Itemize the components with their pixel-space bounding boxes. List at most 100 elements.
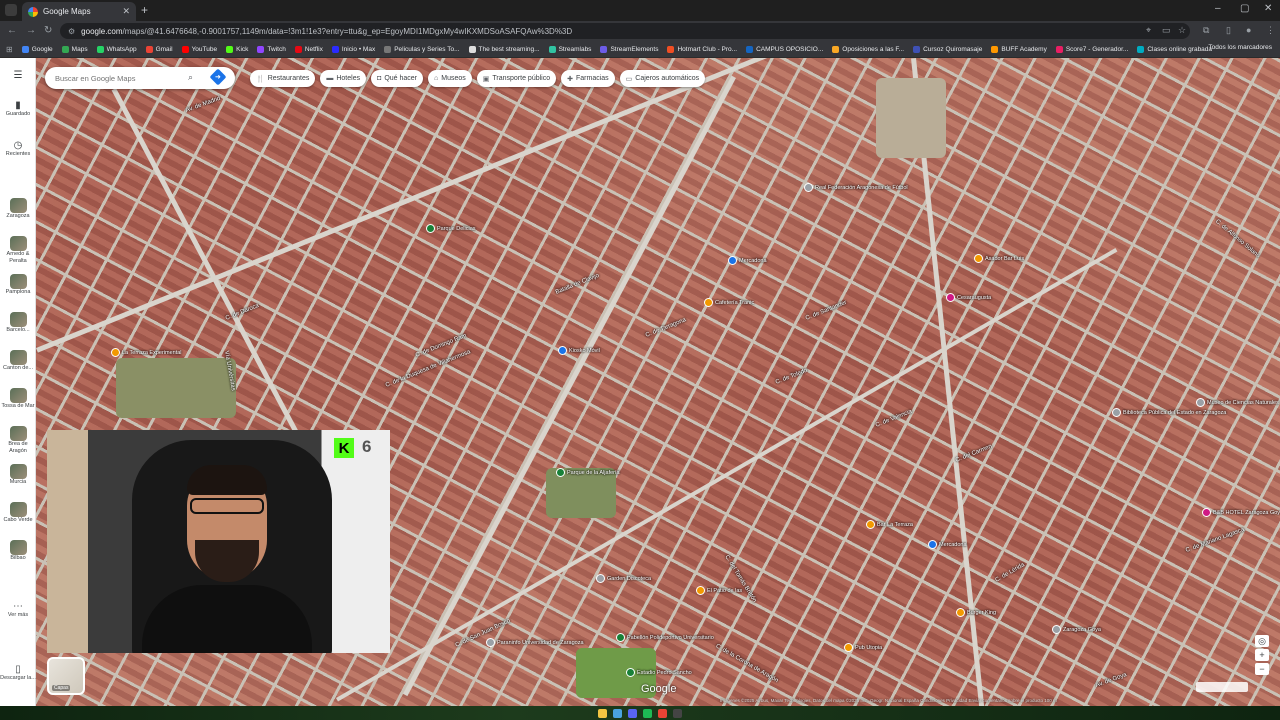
address-bar[interactable]: ⚙ google.com/maps/@41.6476648,-0.9001757…: [60, 23, 1190, 39]
bookmark-item[interactable]: CAMPUS OPOSICIO...: [746, 45, 823, 53]
saved-button[interactable]: ▮ Guardado: [0, 100, 36, 118]
bookmark-item[interactable]: Twitch: [257, 45, 286, 53]
recent-place[interactable]: Barcelo...: [0, 312, 36, 334]
map-poi[interactable]: Mercadona: [928, 540, 967, 549]
bookmark-item[interactable]: Streamlabs: [548, 45, 591, 53]
bookmark-item[interactable]: Gmail: [145, 45, 173, 53]
recent-place[interactable]: Tossa de Mar: [0, 388, 36, 410]
bookmark-item[interactable]: WhatsApp: [96, 45, 137, 53]
location-icon[interactable]: ⌖: [1146, 25, 1151, 36]
map-footer-controls[interactable]: [1196, 682, 1248, 692]
chip-cajeros-automáticos[interactable]: ▭ Cajeros automáticos: [619, 70, 706, 87]
bookmark-item[interactable]: StreamElements: [600, 45, 658, 53]
recents-button[interactable]: ◷ Recientes: [0, 140, 36, 158]
reload-icon[interactable]: ↻: [44, 25, 52, 36]
map-poi[interactable]: Museo de Ciencias Naturales: [1196, 398, 1279, 407]
recent-place[interactable]: Murcia: [0, 464, 36, 486]
map-poi[interactable]: Burger King: [956, 608, 996, 617]
map-poi[interactable]: Pub Utopia: [844, 643, 882, 652]
map-poi[interactable]: Parque Delicias: [426, 224, 476, 233]
recent-place[interactable]: Cabo Verde: [0, 502, 36, 524]
bookmark-item[interactable]: Cursoz Quiromasaje: [913, 45, 982, 53]
zoom-out-button[interactable]: −: [1255, 663, 1269, 675]
tab-search-button[interactable]: [5, 4, 17, 16]
map-poi[interactable]: Mercadona: [728, 256, 767, 265]
map-poi[interactable]: B&B HOTEL Zaragoza Goya: [1202, 508, 1280, 517]
map-poi[interactable]: Cesaraugusta: [946, 293, 991, 302]
recent-place[interactable]: Bilbao: [0, 540, 36, 562]
recent-place[interactable]: Brea de Aragón: [0, 426, 36, 455]
recent-place[interactable]: Pamplona: [0, 274, 36, 296]
zoom-in-button[interactable]: +: [1255, 649, 1269, 661]
extensions-icon[interactable]: ⧉: [1203, 25, 1209, 36]
map-poi[interactable]: Zaragoza Goya: [1052, 625, 1101, 634]
chip-label: Museos: [441, 75, 466, 82]
tab-google-maps[interactable]: Google Maps ✕: [22, 2, 136, 21]
map-poi[interactable]: Pabellón Polideportivo Universitario: [616, 633, 714, 642]
new-tab-button[interactable]: +: [141, 3, 148, 17]
chip-farmacias[interactable]: ✚ Farmacias: [561, 70, 615, 87]
maximize-icon[interactable]: ▢: [1240, 3, 1249, 14]
bookmark-star-icon[interactable]: ☆: [1178, 25, 1186, 36]
recent-place[interactable]: Zaragoza: [0, 198, 36, 220]
discord-icon[interactable]: [628, 708, 637, 718]
chip-museos[interactable]: ⌂ Museos: [428, 70, 472, 87]
bookmark-item[interactable]: Clases online grabada: [1137, 45, 1212, 53]
directions-icon[interactable]: ➜: [209, 68, 227, 86]
forward-icon[interactable]: →: [26, 25, 36, 36]
map-poi[interactable]: Parque de la Aljafería: [556, 468, 620, 477]
bookmark-item[interactable]: Netflix: [294, 45, 323, 53]
bookmark-item[interactable]: Google: [21, 45, 53, 53]
menu-button[interactable]: ☰: [0, 70, 36, 81]
bookmark-item[interactable]: BUFF Academy: [991, 45, 1047, 53]
chrome-icon[interactable]: [658, 708, 667, 718]
bookmark-item[interactable]: Inicio • Max: [331, 45, 375, 53]
bookmark-item[interactable]: YouTube: [181, 45, 217, 53]
map-poi[interactable]: Garden Discoteca: [596, 574, 651, 583]
chip-restaurantes[interactable]: 🍴 Restaurantes: [250, 70, 316, 87]
recent-place[interactable]: Arnedo & Peralta: [0, 236, 36, 265]
map-poi[interactable]: Cafetería Tranic: [704, 298, 754, 307]
map-poi[interactable]: El Patio de las: [696, 586, 742, 595]
map-poi[interactable]: Real Federación Aragonesa de Fútbol: [804, 183, 908, 192]
bookmark-item[interactable]: Maps: [61, 45, 88, 53]
my-location-icon[interactable]: ◎: [1255, 635, 1269, 647]
profile-avatar-icon[interactable]: ●: [1246, 25, 1251, 35]
map-poi[interactable]: Estadio Pedro Sancho: [626, 668, 692, 677]
close-window-icon[interactable]: ✕: [1264, 3, 1272, 14]
map-poi[interactable]: Asador Bar Luis: [974, 254, 1024, 263]
more-button[interactable]: ⋯ Ver más: [0, 601, 36, 619]
close-tab-icon[interactable]: ✕: [122, 6, 130, 17]
map-poi[interactable]: Kiosko Móvil: [558, 346, 600, 355]
file-explorer-icon[interactable]: [598, 708, 607, 718]
chip-hoteles[interactable]: ▬ Hoteles: [320, 70, 367, 87]
bookmark-item[interactable]: The best streaming...: [468, 45, 540, 53]
search-input[interactable]: [55, 73, 180, 83]
search-icon[interactable]: ⌕: [188, 72, 193, 83]
bookmark-item[interactable]: Oposiciones a las F...: [832, 45, 904, 53]
bookmark-item[interactable]: Hotmart Club - Pro...: [667, 45, 737, 53]
cast-icon[interactable]: ▭: [1162, 25, 1171, 36]
store-icon[interactable]: [613, 708, 622, 718]
chip-qué-hacer[interactable]: ◘ Qué hacer: [371, 70, 424, 87]
bookmark-item[interactable]: Score7 - Generador...: [1055, 45, 1128, 53]
map-poi[interactable]: Biblioteca Pública del Estado en Zaragoz…: [1112, 408, 1226, 417]
minimize-icon[interactable]: –: [1215, 3, 1221, 14]
back-icon[interactable]: ←: [7, 25, 17, 36]
chip-transporte-público[interactable]: ▣ Transporte público: [476, 70, 557, 87]
bookmark-item[interactable]: Kick: [226, 45, 248, 53]
map-poi[interactable]: La Terraza Experimental: [111, 348, 182, 357]
bookmark-item[interactable]: Peliculas y Series To...: [384, 45, 460, 53]
map-poi[interactable]: Bar La Terraza: [866, 520, 913, 529]
all-bookmarks-button[interactable]: Todos los marcadores: [1208, 44, 1272, 51]
recent-place[interactable]: Canton de...: [0, 350, 36, 372]
obs-icon[interactable]: [673, 708, 682, 718]
apps-grid-icon[interactable]: ⊞: [6, 45, 13, 54]
spotify-icon[interactable]: [643, 708, 652, 718]
site-info-icon[interactable]: ⚙: [68, 27, 75, 36]
browser-menu-icon[interactable]: ⋮: [1266, 25, 1275, 36]
sidepanel-icon[interactable]: ▯: [1226, 25, 1231, 36]
layers-button[interactable]: Capas: [47, 657, 85, 695]
map-poi[interactable]: Paraninfo Universidad de Zaragoza: [486, 638, 584, 647]
download-app-button[interactable]: ▯ Descargar la...: [0, 664, 36, 682]
